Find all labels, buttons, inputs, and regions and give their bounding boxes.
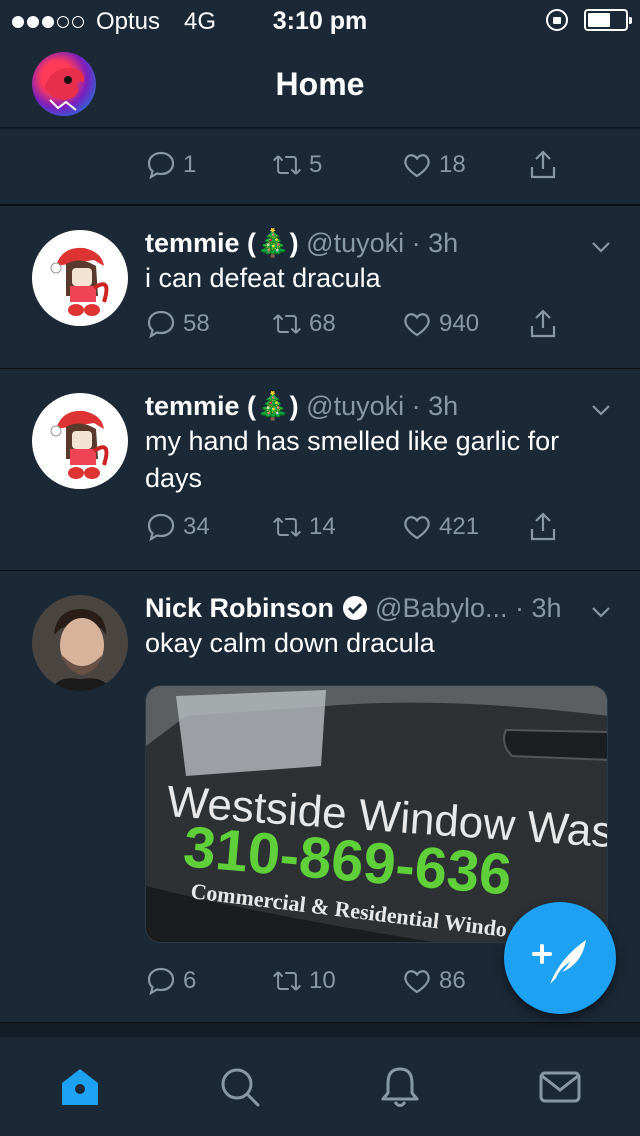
status-bar: Optus 4G 3:10 pm <box>0 0 640 42</box>
like-count: 86 <box>439 967 466 994</box>
like-count: 421 <box>439 513 480 540</box>
tweet-actions: 34 14 421 <box>145 511 585 551</box>
temmie-avatar-icon <box>50 410 109 479</box>
chevron-down-icon[interactable] <box>590 601 612 623</box>
retweet-icon <box>272 155 302 175</box>
share-button[interactable] <box>527 149 559 181</box>
avatar[interactable] <box>32 230 128 326</box>
tweet-actions: 58 68 940 <box>145 308 585 348</box>
retweet-button[interactable]: 14 <box>271 511 336 543</box>
header: Home <box>0 42 640 128</box>
share-button[interactable] <box>527 511 559 543</box>
reply-button[interactable]: 6 <box>145 965 196 997</box>
author-handle[interactable]: @Babylo... <box>375 593 507 623</box>
reply-count: 34 <box>183 513 210 540</box>
rotation-lock-icon <box>546 9 568 31</box>
tweet-text: i can defeat dracula <box>145 263 381 293</box>
like-count: 18 <box>439 151 466 178</box>
search-icon[interactable] <box>218 1065 262 1109</box>
retweet-icon <box>272 971 302 991</box>
like-button[interactable]: 18 <box>401 149 466 181</box>
like-count: 940 <box>439 310 480 337</box>
retweet-count: 14 <box>309 513 336 540</box>
reply-button[interactable]: 58 <box>145 308 210 340</box>
timeline[interactable]: 1 5 18 temmie (🎄) @tuyoki · 3h i can def… <box>0 129 640 1023</box>
tweet-header: temmie (🎄) @tuyoki · 3h <box>145 389 610 423</box>
author-name[interactable]: temmie (🎄) <box>145 228 299 258</box>
reply-icon <box>147 151 175 180</box>
reply-button[interactable]: 1 <box>145 149 196 181</box>
heart-icon <box>404 970 430 994</box>
author-name[interactable]: Nick Robinson <box>145 593 334 623</box>
retweet-button[interactable]: 5 <box>271 149 322 181</box>
reply-icon <box>147 310 175 339</box>
share-icon <box>530 309 556 338</box>
tweet-actions: 1 5 18 <box>145 149 585 189</box>
tweet-header: Nick Robinson @Babylo... · 3h <box>145 591 610 625</box>
tab-bar <box>0 1036 640 1136</box>
tweet-text: okay calm down dracula <box>145 628 435 658</box>
heart-icon <box>404 154 430 178</box>
reply-button[interactable]: 34 <box>145 511 210 543</box>
nick-avatar-icon <box>32 595 128 691</box>
share-button[interactable] <box>527 308 559 340</box>
tweet[interactable]: 1 5 18 <box>0 129 640 205</box>
retweet-icon <box>272 517 302 537</box>
tweet-time: · 3h <box>411 391 459 421</box>
like-button[interactable]: 421 <box>401 511 479 543</box>
tweet-time: · 3h <box>515 593 562 623</box>
chevron-down-icon[interactable] <box>590 399 612 421</box>
status-time: 3:10 pm <box>272 7 368 35</box>
retweet-count: 68 <box>309 310 336 337</box>
retweet-button[interactable]: 10 <box>271 965 336 997</box>
like-button[interactable]: 940 <box>401 308 479 340</box>
avatar[interactable] <box>32 595 128 691</box>
reply-count: 6 <box>183 967 197 994</box>
temmie-avatar-icon <box>50 247 109 316</box>
reply-count: 58 <box>183 310 210 337</box>
retweet-count: 10 <box>309 967 336 994</box>
author-name[interactable]: temmie (🎄) <box>145 391 299 421</box>
tweet-text: my hand has smelled like garlic for days <box>145 426 560 493</box>
author-handle[interactable]: @tuyoki <box>306 391 404 421</box>
home-icon[interactable] <box>58 1065 102 1109</box>
avatar[interactable] <box>32 393 128 489</box>
notifications-icon[interactable] <box>378 1065 422 1109</box>
heart-icon <box>404 516 430 540</box>
tweet[interactable]: temmie (🎄) @tuyoki · 3h my hand has smel… <box>0 369 640 571</box>
share-icon <box>530 512 556 541</box>
page-title: Home <box>275 66 365 102</box>
compose-tweet-icon <box>532 940 586 984</box>
retweet-button[interactable]: 68 <box>271 308 336 340</box>
like-button[interactable]: 86 <box>401 965 466 997</box>
tweet[interactable]: temmie (🎄) @tuyoki · 3h i can defeat dra… <box>0 205 640 369</box>
verified-badge-icon <box>342 596 367 620</box>
compose-button[interactable] <box>504 902 616 1014</box>
retweet-count: 5 <box>309 151 323 178</box>
author-handle[interactable]: @tuyoki <box>306 228 404 258</box>
share-icon <box>530 150 556 179</box>
chevron-down-icon[interactable] <box>590 236 612 258</box>
retweet-icon <box>272 314 302 334</box>
tweet-time: · 3h <box>411 228 459 258</box>
heart-icon <box>404 313 430 337</box>
reply-count: 1 <box>183 151 197 178</box>
tweet-header: temmie (🎄) @tuyoki · 3h <box>145 226 610 260</box>
battery-icon <box>584 9 632 31</box>
reply-icon <box>147 967 175 996</box>
messages-icon[interactable] <box>538 1065 582 1109</box>
reply-icon <box>147 513 175 542</box>
